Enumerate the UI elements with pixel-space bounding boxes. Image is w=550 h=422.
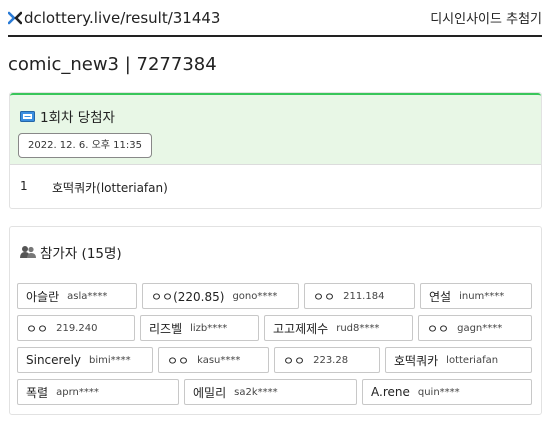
participant-id: 219.240	[56, 322, 98, 334]
participant-id: aprn****	[56, 386, 99, 398]
participant-nick: 리즈벨	[149, 321, 183, 336]
participants-card: 참가자 (15명) 아슬란 asla**** ㅇㅇ(220.85) gono**** ㅇ…	[9, 226, 542, 415]
participant-id: 223.28	[313, 354, 349, 366]
participant-nick: 폭렬	[26, 385, 49, 400]
participant-chip: ㅇㅇ 211.184	[304, 283, 415, 309]
participant-chip: ㅇㅇ(220.85) gono****	[142, 283, 299, 309]
participant-nick: 연설	[429, 289, 452, 304]
participant-nick: ㅇㅇ	[167, 353, 190, 368]
participant-id: quin****	[417, 386, 460, 398]
winner-title-text: 1회차 당첨자	[40, 110, 115, 126]
participant-id: sa2k****	[234, 386, 278, 398]
ticket-icon	[20, 110, 35, 122]
participant-id: lotteriafan	[446, 354, 499, 366]
participant-chip: Sincerely bimi****	[17, 347, 153, 373]
participants-title-text: 참가자 (15명)	[40, 246, 122, 262]
participant-chip: 리즈벨 lizb****	[140, 315, 259, 341]
participant-chip: 고고제제수 rud8****	[264, 315, 413, 341]
people-icon	[20, 246, 36, 258]
participants-title: 참가자 (15명)	[20, 242, 122, 262]
participant-chip: 연설 inum****	[420, 283, 532, 309]
participant-id: rud8****	[336, 322, 380, 334]
winner-row: 1 호떡쿼카(lotteriafan)	[20, 179, 168, 196]
dclottery-logo-icon	[8, 11, 22, 24]
winner-card: 1회차 당첨자 2022. 12. 6. 오후 11:35 1 호떡쿼카(lott…	[9, 92, 542, 209]
participant-id: 211.184	[343, 290, 385, 302]
participant-id: gagn****	[457, 322, 503, 334]
site-link[interactable]: dclottery.live/result/31443	[8, 9, 220, 27]
page-title: comic_new3 | 7277384	[8, 54, 217, 75]
participant-id: inum****	[459, 290, 505, 302]
side-title[interactable]: 디시인사이드 추첨기	[430, 8, 542, 27]
participant-id: bimi****	[89, 354, 131, 366]
participant-nick: 아슬란	[26, 289, 60, 304]
winner-name: 호떡쿼카(lotteriafan)	[52, 181, 168, 195]
participant-nick: Sincerely	[26, 353, 82, 367]
participant-chip: ㅇㅇ gagn****	[418, 315, 532, 341]
participant-chip: 아슬란 asla****	[17, 283, 137, 309]
participant-nick: 고고제제수	[273, 321, 329, 336]
participant-id: asla****	[67, 290, 108, 302]
draw-date: 2022. 12. 6. 오후 11:35	[18, 133, 153, 158]
participant-chip: ㅇㅇ 219.240	[17, 315, 135, 341]
winner-header: 1회차 당첨자 2022. 12. 6. 오후 11:35	[10, 93, 541, 165]
participant-nick: 호떡쿼카	[394, 353, 439, 368]
participant-chip: 에밀리 sa2k****	[184, 379, 357, 405]
participant-id: lizb****	[190, 322, 228, 334]
top-bar: dclottery.live/result/31443 디시인사이드 추첨기	[8, 0, 542, 37]
participant-nick: 에밀리	[193, 385, 227, 400]
participant-chip: ㅇㅇ kasu****	[158, 347, 269, 373]
participant-nick: ㅇㅇ	[313, 289, 336, 304]
participant-nick: ㅇㅇ(220.85)	[151, 289, 225, 304]
participant-chip: ㅇㅇ 223.28	[274, 347, 380, 373]
participant-id: kasu****	[197, 354, 241, 366]
site-url: dclottery.live/result/31443	[24, 8, 221, 27]
winner-title: 1회차 당첨자	[20, 106, 115, 126]
participant-nick: ㅇㅇ	[283, 353, 306, 368]
participant-chip: A.rene quin****	[362, 379, 532, 405]
participant-nick: ㅇㅇ	[26, 321, 49, 336]
participant-chip: 호떡쿼카 lotteriafan	[385, 347, 532, 373]
participant-nick: A.rene	[371, 385, 410, 399]
winner-rank: 1	[20, 179, 28, 193]
participant-nick: ㅇㅇ	[427, 321, 450, 336]
participant-chip: 폭렬 aprn****	[17, 379, 179, 405]
participant-id: gono****	[232, 290, 278, 302]
